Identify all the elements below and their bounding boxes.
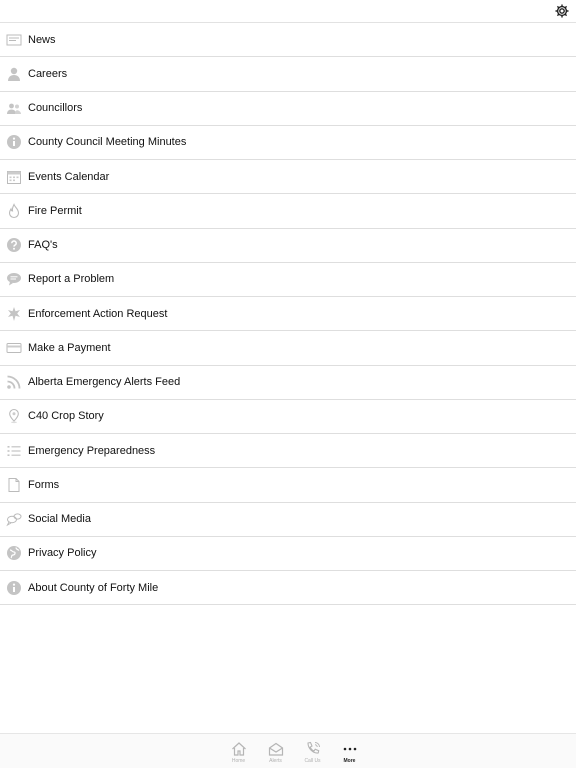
- menu-item-label: About County of Forty Mile: [28, 581, 159, 594]
- menu-item-label: Events Calendar: [28, 170, 110, 183]
- menu-item-label: News: [28, 33, 56, 46]
- people-icon: [6, 100, 22, 116]
- menu-item-meeting-minutes[interactable]: County Council Meeting Minutes: [0, 126, 576, 160]
- menu-item-make-payment[interactable]: Make a Payment: [0, 331, 576, 366]
- menu-item-report-problem[interactable]: Report a Problem: [0, 263, 576, 297]
- menu-item-careers[interactable]: Careers: [0, 57, 576, 92]
- gear-icon[interactable]: [554, 3, 570, 19]
- menu-item-label: Social Media: [28, 513, 91, 526]
- info-icon: [6, 580, 22, 596]
- tab-label: More: [343, 758, 356, 764]
- top-bar: [0, 0, 576, 23]
- menu-item-label: Make a Payment: [28, 341, 111, 354]
- menu-item-fire-permit[interactable]: Fire Permit: [0, 194, 576, 229]
- document-icon: [6, 477, 22, 493]
- menu-item-label: Councillors: [28, 102, 83, 115]
- menu-item-events-calendar[interactable]: Events Calendar: [0, 160, 576, 195]
- info-icon: [6, 134, 22, 150]
- menu-item-label: County Council Meeting Minutes: [28, 136, 187, 149]
- menu-item-faqs[interactable]: FAQ's: [0, 229, 576, 263]
- menu-item-alerts-feed[interactable]: Alberta Emergency Alerts Feed: [0, 366, 576, 400]
- menu-item-label: C40 Crop Story: [28, 410, 104, 423]
- tab-label: Call Us: [304, 758, 321, 764]
- tab-home[interactable]: Home: [220, 734, 257, 768]
- badge-star-icon: [6, 306, 22, 322]
- menu-item-label: Privacy Policy: [28, 547, 97, 560]
- phone-icon: [306, 741, 320, 754]
- menu-item-forms[interactable]: Forms: [0, 468, 576, 503]
- rss-icon: [6, 374, 22, 390]
- globe-icon: [6, 545, 22, 561]
- menu-item-label: FAQ's: [28, 239, 58, 252]
- menu-item-label: Forms: [28, 478, 60, 491]
- menu-item-label: Emergency Preparedness: [28, 444, 156, 457]
- menu-item-label: Fire Permit: [28, 204, 82, 217]
- question-icon: [6, 237, 22, 253]
- envelope-icon: [268, 742, 283, 756]
- menu-item-label: Report a Problem: [28, 273, 115, 286]
- credit-card-icon: [6, 340, 22, 356]
- map-pin-icon: [6, 408, 22, 424]
- tab-alerts[interactable]: Alerts: [257, 734, 294, 768]
- menu-item-news[interactable]: News: [0, 23, 576, 58]
- menu-item-enforcement-request[interactable]: Enforcement Action Request: [0, 297, 576, 332]
- calendar-icon: [6, 169, 22, 185]
- menu-item-c40-crop-story[interactable]: C40 Crop Story: [0, 400, 576, 434]
- tab-more[interactable]: More: [331, 734, 368, 768]
- tab-bar: Home Alerts Call Us More: [0, 733, 576, 768]
- menu-item-label: Enforcement Action Request: [28, 307, 168, 320]
- home-icon: [231, 742, 246, 756]
- menu-item-label: Careers: [28, 67, 68, 80]
- person-icon: [6, 66, 22, 82]
- menu-item-councillors[interactable]: Councillors: [0, 92, 576, 126]
- list-icon: [6, 443, 22, 459]
- menu-item-label: Alberta Emergency Alerts Feed: [28, 376, 181, 389]
- more-menu-list: News Careers Councillors County Council …: [0, 23, 576, 606]
- menu-item-privacy-policy[interactable]: Privacy Policy: [0, 537, 576, 571]
- menu-item-social-media[interactable]: Social Media: [0, 503, 576, 537]
- menu-item-about[interactable]: About County of Forty Mile: [0, 571, 576, 606]
- menu-item-emergency-preparedness[interactable]: Emergency Preparedness: [0, 434, 576, 469]
- newspaper-icon: [6, 32, 22, 48]
- tab-call-us[interactable]: Call Us: [294, 734, 331, 768]
- tab-label: Home: [231, 758, 246, 764]
- chat-bubbles-icon: [6, 511, 22, 527]
- speech-bubble-icon: [6, 271, 22, 287]
- flame-icon: [6, 202, 22, 219]
- tab-label: Alerts: [269, 758, 282, 764]
- more-dots-icon: [343, 747, 356, 751]
